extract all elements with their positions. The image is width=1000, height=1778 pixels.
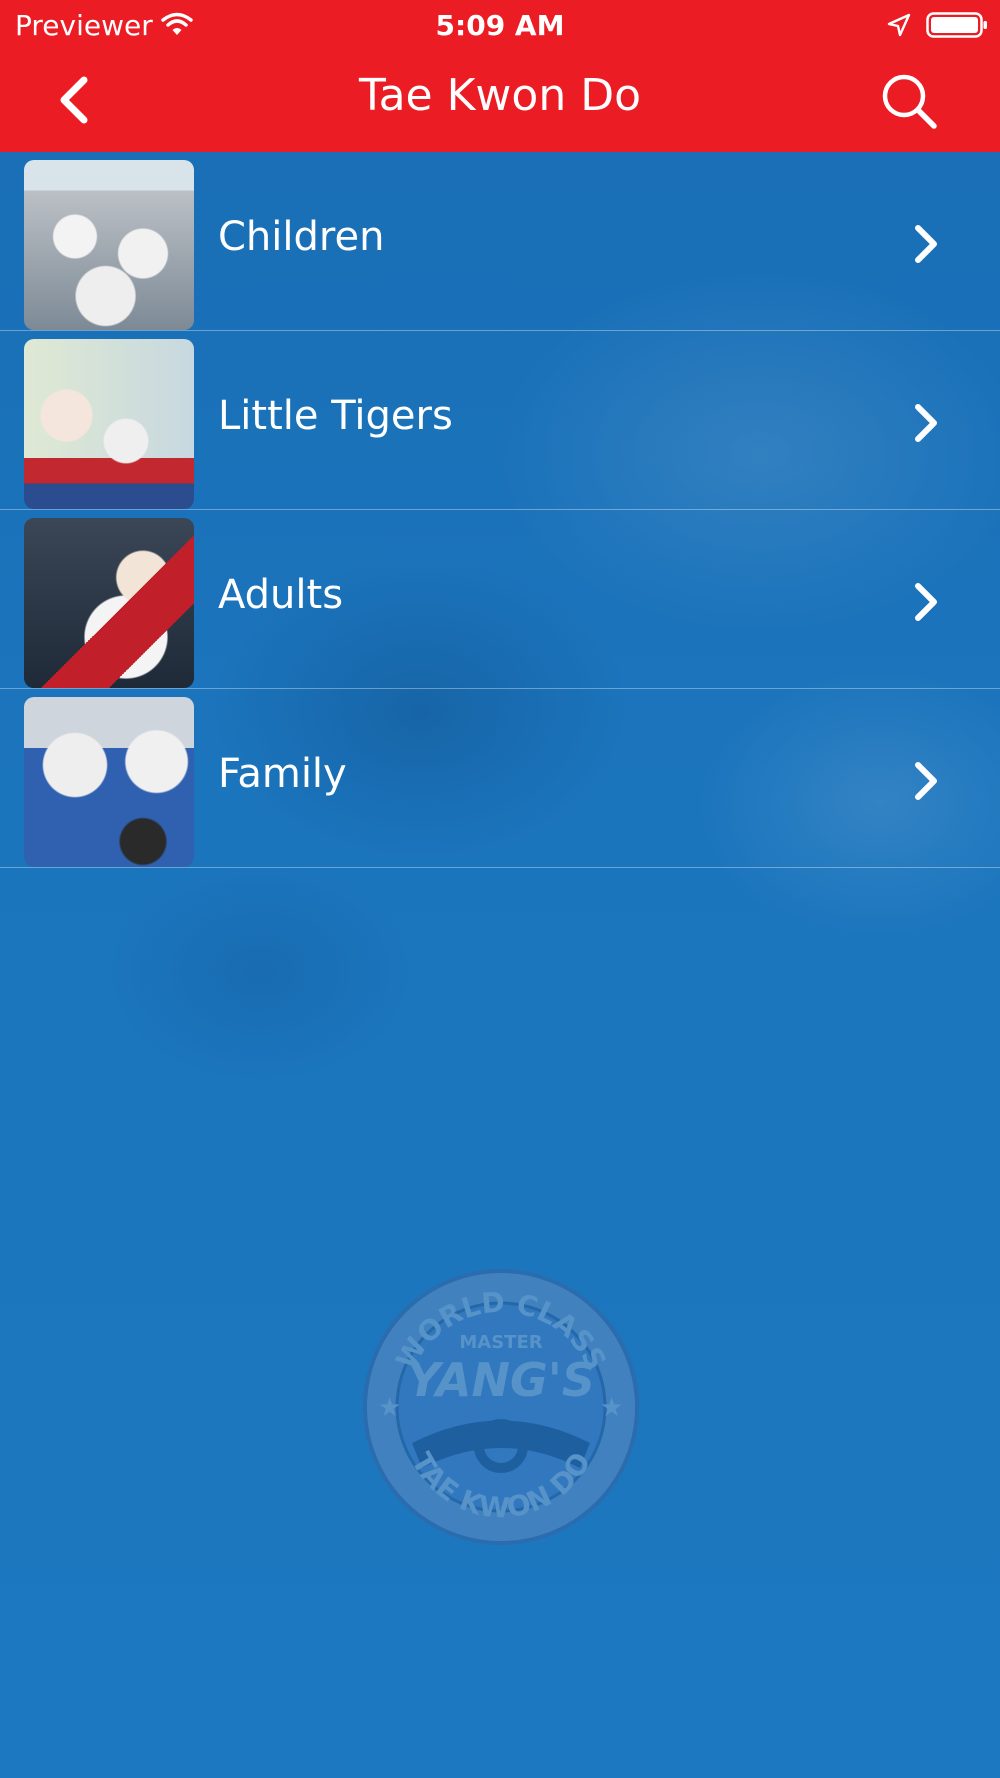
chevron-right-icon [910,224,944,264]
list-item-label: Family [218,751,347,797]
location-arrow-icon [886,12,912,42]
family-thumbnail [24,697,194,867]
category-list: Children Little Tigers Adults Family [0,152,1000,868]
adults-thumbnail [24,518,194,688]
clock: 5:09 AM [435,9,565,42]
nav-bar: Tae Kwon Do [0,50,1000,152]
chevron-right-icon [910,582,944,622]
list-item-label: Little Tigers [218,393,453,439]
watermark-logo: WORLD CLASS TAE KWON DO MASTER YANG'S ★ … [362,1268,640,1546]
logo-name-text: YANG'S [407,1353,595,1407]
children-thumbnail [24,160,194,330]
chevron-right-icon [910,761,944,801]
list-item-label: Adults [218,572,344,618]
logo-star-left-icon: ★ [378,1393,401,1423]
search-icon[interactable] [880,72,940,132]
list-item-label: Children [218,214,385,260]
list-item-children[interactable]: Children [0,152,1000,331]
logo-master-text: MASTER [459,1332,542,1353]
page-title: Tae Kwon Do [358,70,642,121]
list-item-little-tigers[interactable]: Little Tigers [0,331,1000,510]
chevron-right-icon [910,403,944,443]
status-bar: Previewer 5:09 AM [0,0,1000,50]
little-tigers-thumbnail [24,339,194,509]
logo-star-right-icon: ★ [600,1393,623,1423]
battery-icon [926,12,988,42]
list-item-family[interactable]: Family [0,689,1000,868]
list-item-adults[interactable]: Adults [0,510,1000,689]
